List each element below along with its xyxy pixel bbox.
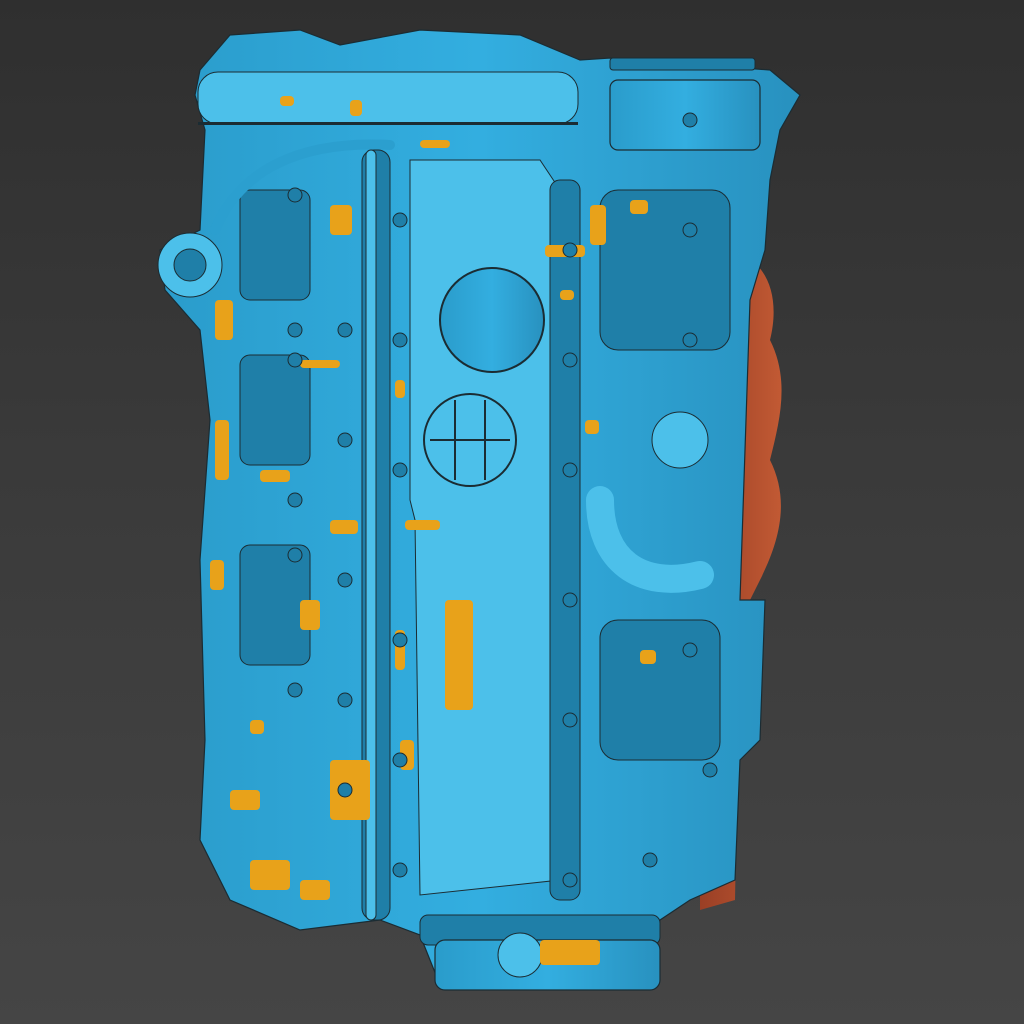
bolt-head [287, 547, 303, 563]
bolt-head [392, 462, 408, 478]
deviation-patch [585, 420, 599, 434]
deviation-patch [395, 380, 405, 398]
bolt-head [562, 872, 578, 888]
deviation-patch [330, 205, 352, 235]
bolt-head [287, 322, 303, 338]
bolt-head [337, 432, 353, 448]
bolt-head [682, 222, 698, 238]
deviation-patch [560, 290, 574, 300]
bolt-head [337, 782, 353, 798]
bolt-head [287, 492, 303, 508]
bolt-head [562, 242, 578, 258]
bolt-head [392, 752, 408, 768]
bolt-head [642, 852, 658, 868]
bolt-head [682, 642, 698, 658]
bolt-head [682, 332, 698, 348]
deviation-patch [215, 300, 233, 340]
bolt-head [562, 712, 578, 728]
deviation-patch [300, 880, 330, 900]
bolt-head [287, 682, 303, 698]
bolt-head [392, 332, 408, 348]
deviation-patch [330, 520, 358, 534]
bolt-head [392, 632, 408, 648]
engine-scan-model[interactable] [0, 0, 1024, 1024]
deviation-patch [300, 360, 340, 368]
deviation-patch [640, 650, 656, 664]
bolt-head [287, 187, 303, 203]
deviation-patch [350, 100, 362, 116]
deviation-patch [250, 860, 290, 890]
bolt-head [337, 322, 353, 338]
deviation-patch [445, 600, 473, 710]
bolt-head [337, 572, 353, 588]
bolt-head [562, 462, 578, 478]
bolt-head [562, 352, 578, 368]
bolt-head [287, 352, 303, 368]
bolt-head [392, 212, 408, 228]
3d-viewport[interactable] [0, 0, 1024, 1024]
deviation-patch [420, 140, 450, 148]
bolt-head [702, 762, 718, 778]
deviation-patch [405, 520, 440, 530]
bolt-head [682, 112, 698, 128]
deviation-patch [250, 720, 264, 734]
bolt-head [337, 692, 353, 708]
deviation-patch [590, 205, 606, 245]
deviation-patch [230, 790, 260, 810]
bolt-head [562, 592, 578, 608]
deviation-patch [210, 560, 224, 590]
deviation-patch [540, 940, 600, 965]
deviation-patch [260, 470, 290, 482]
deviation-patch [300, 600, 320, 630]
deviation-patch [630, 200, 648, 214]
deviation-patch [280, 96, 294, 106]
deviation-patch [215, 420, 229, 480]
bolt-head [392, 862, 408, 878]
